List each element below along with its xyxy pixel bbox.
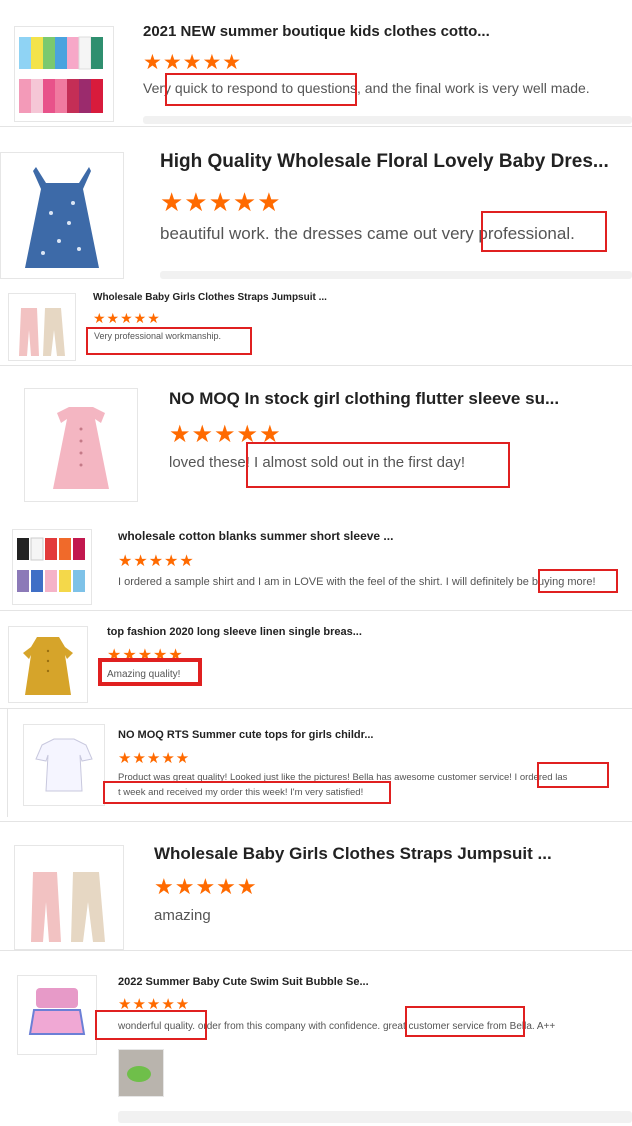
- product-thumbnail[interactable]: [12, 529, 92, 605]
- review-card-9: 2022 Summer Baby Cute Swim Suit Bubble S…: [0, 951, 632, 1126]
- rating-stars: ★★★★★: [154, 874, 258, 899]
- highlight-box: [538, 569, 618, 593]
- review-card-2: High Quality Wholesale Floral Lovely Bab…: [0, 127, 632, 281]
- product-title[interactable]: 2021 NEW summer boutique kids clothes co…: [143, 23, 490, 40]
- review-card-7: NO MOQ RTS Summer cute tops for girls ch…: [7, 709, 632, 817]
- jumpsuit-image: [19, 308, 65, 356]
- product-thumbnail[interactable]: [14, 26, 114, 122]
- rating-stars: ★★★★★: [143, 51, 243, 74]
- review-photo-image: [119, 1050, 163, 1096]
- review-card-5: wholesale cotton blanks summer short sle…: [0, 517, 632, 609]
- highlight-box: [95, 1010, 207, 1040]
- swimsuit-image: [28, 988, 86, 1035]
- product-thumbnail[interactable]: [14, 845, 124, 950]
- highlight-box: [98, 658, 202, 686]
- product-title[interactable]: top fashion 2020 long sleeve linen singl…: [107, 626, 362, 638]
- product-title[interactable]: NO MOQ In stock girl clothing flutter sl…: [169, 389, 559, 409]
- product-title[interactable]: Wholesale Baby Girls Clothes Straps Jump…: [93, 292, 327, 303]
- rating-stars: ★★★★★: [93, 310, 161, 326]
- review-text: I ordered a sample shirt and I am in LOV…: [118, 576, 596, 588]
- product-title[interactable]: Wholesale Baby Girls Clothes Straps Jump…: [154, 844, 552, 864]
- product-thumbnail[interactable]: [8, 293, 76, 361]
- review-card-3: Wholesale Baby Girls Clothes Straps Jump…: [0, 282, 632, 364]
- product-thumbnail[interactable]: [8, 626, 88, 703]
- rating-stars: ★★★★★: [118, 750, 191, 767]
- product-thumbnail[interactable]: [23, 724, 105, 806]
- review-photo-thumbnail[interactable]: [118, 1049, 164, 1097]
- jumpsuit-image: [31, 872, 105, 942]
- white-top-image: [35, 738, 93, 792]
- product-thumbnail[interactable]: [24, 388, 138, 502]
- highlight-box: [481, 211, 607, 252]
- mustard-dress-image: [23, 637, 73, 695]
- divider-bar: [160, 271, 632, 279]
- highlight-box: [405, 1006, 525, 1037]
- highlight-box: [86, 327, 252, 355]
- tshirt-rainbow-image: [19, 36, 103, 113]
- product-title[interactable]: wholesale cotton blanks summer short sle…: [118, 529, 393, 543]
- review-text: amazing: [154, 907, 211, 924]
- rating-stars: ★★★★★: [160, 187, 282, 217]
- review-card-1: 2021 NEW summer boutique kids clothes co…: [0, 0, 632, 124]
- product-title[interactable]: NO MOQ RTS Summer cute tops for girls ch…: [118, 729, 373, 741]
- divider-bar: [143, 116, 632, 124]
- floral-dress-image: [25, 167, 99, 268]
- review-card-6: top fashion 2020 long sleeve linen singl…: [0, 611, 632, 707]
- highlight-box: [103, 781, 391, 804]
- highlight-box: [165, 73, 357, 106]
- review-card-4: NO MOQ In stock girl clothing flutter sl…: [0, 366, 632, 516]
- rating-stars: ★★★★★: [118, 553, 195, 570]
- product-thumbnail[interactable]: [0, 152, 124, 279]
- review-card-8: Wholesale Baby Girls Clothes Straps Jump…: [0, 822, 632, 950]
- product-title[interactable]: 2022 Summer Baby Cute Swim Suit Bubble S…: [118, 976, 369, 988]
- product-title[interactable]: High Quality Wholesale Floral Lovely Bab…: [160, 151, 609, 173]
- pink-dress-image: [53, 407, 109, 489]
- product-thumbnail[interactable]: [17, 975, 97, 1055]
- highlight-box: [537, 762, 609, 788]
- highlight-box: [246, 442, 510, 488]
- colored-tees-image: [17, 537, 85, 592]
- divider-bar: [118, 1111, 632, 1123]
